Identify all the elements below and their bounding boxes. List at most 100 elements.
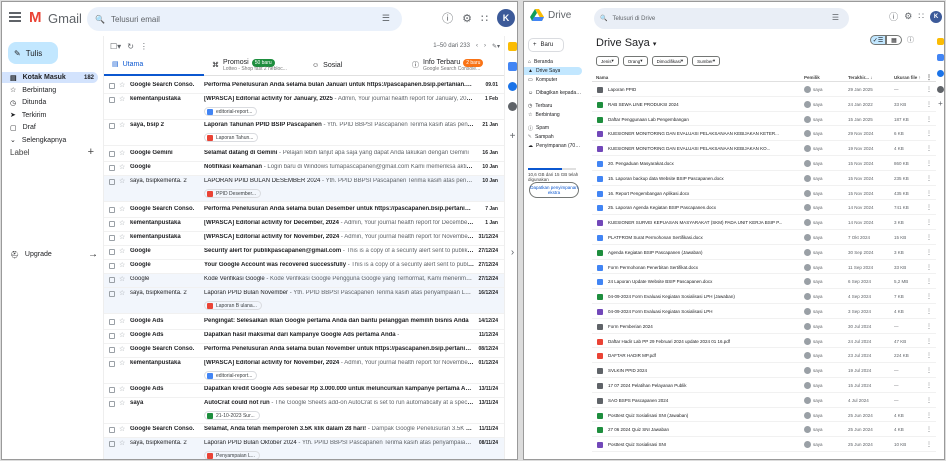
- more-vert-icon[interactable]: ⋮: [926, 441, 932, 448]
- email-row[interactable]: ☆ saya AutoCrat could not run - The Google…: [104, 398, 504, 424]
- attachment-chip[interactable]: Penyampaian L...: [204, 451, 260, 459]
- nav-inbox[interactable]: ▤ Kotak Masuk 182: [2, 72, 98, 83]
- drive-logo-text[interactable]: Drive: [548, 10, 571, 21]
- attachment-chip[interactable]: Laporan B ulana...: [204, 301, 262, 310]
- get-storage-button[interactable]: Dapatkan penyimpanan ekstra: [529, 182, 579, 198]
- email-checkbox[interactable]: [109, 387, 115, 393]
- email-checkbox[interactable]: [109, 291, 115, 297]
- apps-grid-icon[interactable]: ∷: [918, 11, 924, 22]
- email-row[interactable]: ☆ Google Search Conso. Performa Penelusura…: [104, 344, 504, 358]
- email-row[interactable]: ☆ Google Ads Dapatkan kredit Google Ads se…: [104, 384, 504, 398]
- star-icon[interactable]: ☆: [119, 95, 125, 103]
- star-icon[interactable]: ☆: [119, 163, 125, 171]
- tab-1[interactable]: ⌘ Promosi 50 baru Lotteo - Shop fast 2 hebl…: [204, 54, 304, 76]
- contacts-app-icon[interactable]: [937, 86, 944, 93]
- col-owner[interactable]: Pemilik: [804, 75, 820, 80]
- keep-app-icon[interactable]: [937, 54, 944, 61]
- star-icon[interactable]: ☆: [119, 219, 125, 227]
- email-checkbox[interactable]: [109, 123, 115, 129]
- email-row[interactable]: ☆ Google Ads Pengingat: Selesaikan iklan G…: [104, 316, 504, 330]
- grid-view-icon[interactable]: ▦: [886, 35, 902, 45]
- email-checkbox[interactable]: [109, 165, 115, 171]
- email-checkbox[interactable]: [109, 277, 115, 283]
- star-icon[interactable]: ☆: [119, 149, 125, 157]
- drive-nav-clock[interactable]: ◷ Terbaru: [524, 102, 582, 110]
- calendar-app-icon[interactable]: [508, 42, 517, 51]
- drive-logo-icon[interactable]: [530, 9, 544, 21]
- email-row[interactable]: ☆ Google Search Conso. Performa Penelusura…: [104, 80, 504, 94]
- add-addon-icon[interactable]: +: [508, 132, 517, 142]
- upgrade-button[interactable]: ⛑ Upgrade →: [10, 249, 98, 260]
- more-vert-icon[interactable]: ⋮: [926, 175, 932, 182]
- refresh-icon[interactable]: ↻: [127, 42, 134, 51]
- prev-page-icon[interactable]: ‹: [476, 43, 478, 49]
- email-checkbox[interactable]: [109, 207, 115, 213]
- account-avatar[interactable]: K: [497, 9, 515, 27]
- file-row[interactable]: Laporan PPID saya 29 Jan 2025 — ⋮: [592, 83, 936, 97]
- more-vert-icon[interactable]: ⋮: [926, 352, 932, 359]
- main-menu-icon[interactable]: [9, 12, 21, 22]
- more-vert-icon[interactable]: ⋮: [926, 382, 932, 389]
- star-icon[interactable]: ☆: [119, 177, 125, 185]
- drive-nav-drive[interactable]: ▲ Drive Saya: [524, 67, 582, 75]
- more-vert-icon[interactable]: ⋮: [926, 204, 932, 211]
- more-vert-icon[interactable]: ⋮: [926, 293, 932, 300]
- nav-clock[interactable]: ◷ Ditunda: [2, 97, 98, 108]
- email-row[interactable]: ☆ saya, bsipkementa. 2 Laporan PPID Bulan …: [104, 288, 504, 314]
- drive-nav-star[interactable]: ☆ Berbintang: [524, 111, 582, 119]
- email-checkbox[interactable]: [109, 179, 115, 185]
- filter-3[interactable]: Sumber ▾: [692, 56, 721, 66]
- email-row[interactable]: ☆ Google Ads Dapatkan hasil maksimal dari …: [104, 330, 504, 344]
- email-checkbox[interactable]: [109, 151, 115, 157]
- email-checkbox[interactable]: [109, 235, 115, 241]
- file-row[interactable]: SVLKIN PPID 2024 saya 19 Jul 2024 — ⋮: [592, 364, 936, 378]
- more-vert-icon[interactable]: ⋮: [926, 397, 932, 404]
- star-icon[interactable]: ☆: [119, 317, 125, 325]
- more-vert-icon[interactable]: ⋮: [926, 426, 932, 433]
- file-row[interactable]: 15. Laporan backup data Website BSIP Pas…: [592, 172, 936, 186]
- more-vert-icon[interactable]: ⋮: [926, 116, 932, 123]
- more-vert-icon[interactable]: ⋮: [926, 338, 932, 345]
- attachment-chip[interactable]: 21-10-2023 Sur...: [204, 411, 260, 420]
- file-row[interactable]: Daftar Hadir Lab PP 29 Februari 2024 upd…: [592, 335, 936, 349]
- attachment-chip[interactable]: PPID Desember...: [204, 189, 262, 198]
- email-checkbox[interactable]: [109, 401, 115, 407]
- star-icon[interactable]: ☆: [119, 331, 125, 339]
- email-row[interactable]: ☆ kementanpustaka [WPASCA] Editorial activ…: [104, 358, 504, 384]
- tasks-app-icon[interactable]: [937, 70, 944, 77]
- more-vert-icon[interactable]: ⋮: [926, 145, 932, 152]
- more-vert-icon[interactable]: ⋮: [926, 308, 932, 315]
- col-size[interactable]: Ukuran file ↑: [894, 75, 921, 80]
- search-options-icon[interactable]: ☰: [382, 13, 390, 24]
- more-vert-icon[interactable]: ⋮: [926, 234, 932, 241]
- email-checkbox[interactable]: [109, 347, 115, 353]
- contacts-app-icon[interactable]: [508, 102, 517, 111]
- drive-search-bar[interactable]: 🔍 Telusuri di Drive ☰: [594, 8, 849, 29]
- help-icon[interactable]: ⓘ: [889, 10, 898, 23]
- gmail-search-bar[interactable]: 🔍 Telusuri email ☰: [87, 7, 402, 31]
- email-checkbox[interactable]: [109, 427, 115, 433]
- settings-icon[interactable]: ⚙: [462, 12, 472, 25]
- file-row[interactable]: 17 07 2024 Pelatihan Pelayanan Publik say…: [592, 379, 936, 393]
- star-icon[interactable]: ☆: [119, 439, 125, 447]
- star-icon[interactable]: ☆: [119, 121, 125, 129]
- apps-grid-icon[interactable]: ∷: [481, 12, 488, 25]
- col-modified[interactable]: Terakhir... ↓: [848, 75, 872, 80]
- file-row[interactable]: 20. Pengaduan Masyarakat.docx saya 15 Nov …: [592, 157, 936, 171]
- star-icon[interactable]: ☆: [119, 425, 125, 433]
- email-row[interactable]: ☆ saya, bsipkementa. 2 LAPORAN PPID BULAN …: [104, 176, 504, 202]
- search-options-icon[interactable]: ☰: [832, 13, 839, 22]
- file-row[interactable]: Agenda Kegiatan BSIP Pascapanen (Jawaban…: [592, 246, 936, 260]
- star-icon[interactable]: ☆: [119, 345, 125, 353]
- drive-nav-cloud[interactable]: ☁Penyimpanan (70% penu...: [524, 142, 582, 150]
- star-icon[interactable]: ☆: [119, 205, 125, 213]
- more-vert-icon[interactable]: ⋮: [926, 190, 932, 197]
- more-vert-icon[interactable]: ⋮: [926, 367, 932, 374]
- tab-3[interactable]: ⓘ Info Terbaru 2 baru Google Search Console…: [404, 54, 504, 76]
- more-vert-icon[interactable]: ⋮: [926, 219, 932, 226]
- add-addon-icon[interactable]: +: [937, 100, 944, 108]
- star-icon[interactable]: ☆: [119, 385, 125, 393]
- file-row[interactable]: 04-09-2024 Form Evaluasi Kegiatan Sosial…: [592, 290, 936, 304]
- list-view-icon[interactable]: ✓☰: [870, 35, 886, 45]
- file-row[interactable]: SAO BSPS Pascapanen 2024 saya 4 Jul 2024 — ⋮: [592, 394, 936, 408]
